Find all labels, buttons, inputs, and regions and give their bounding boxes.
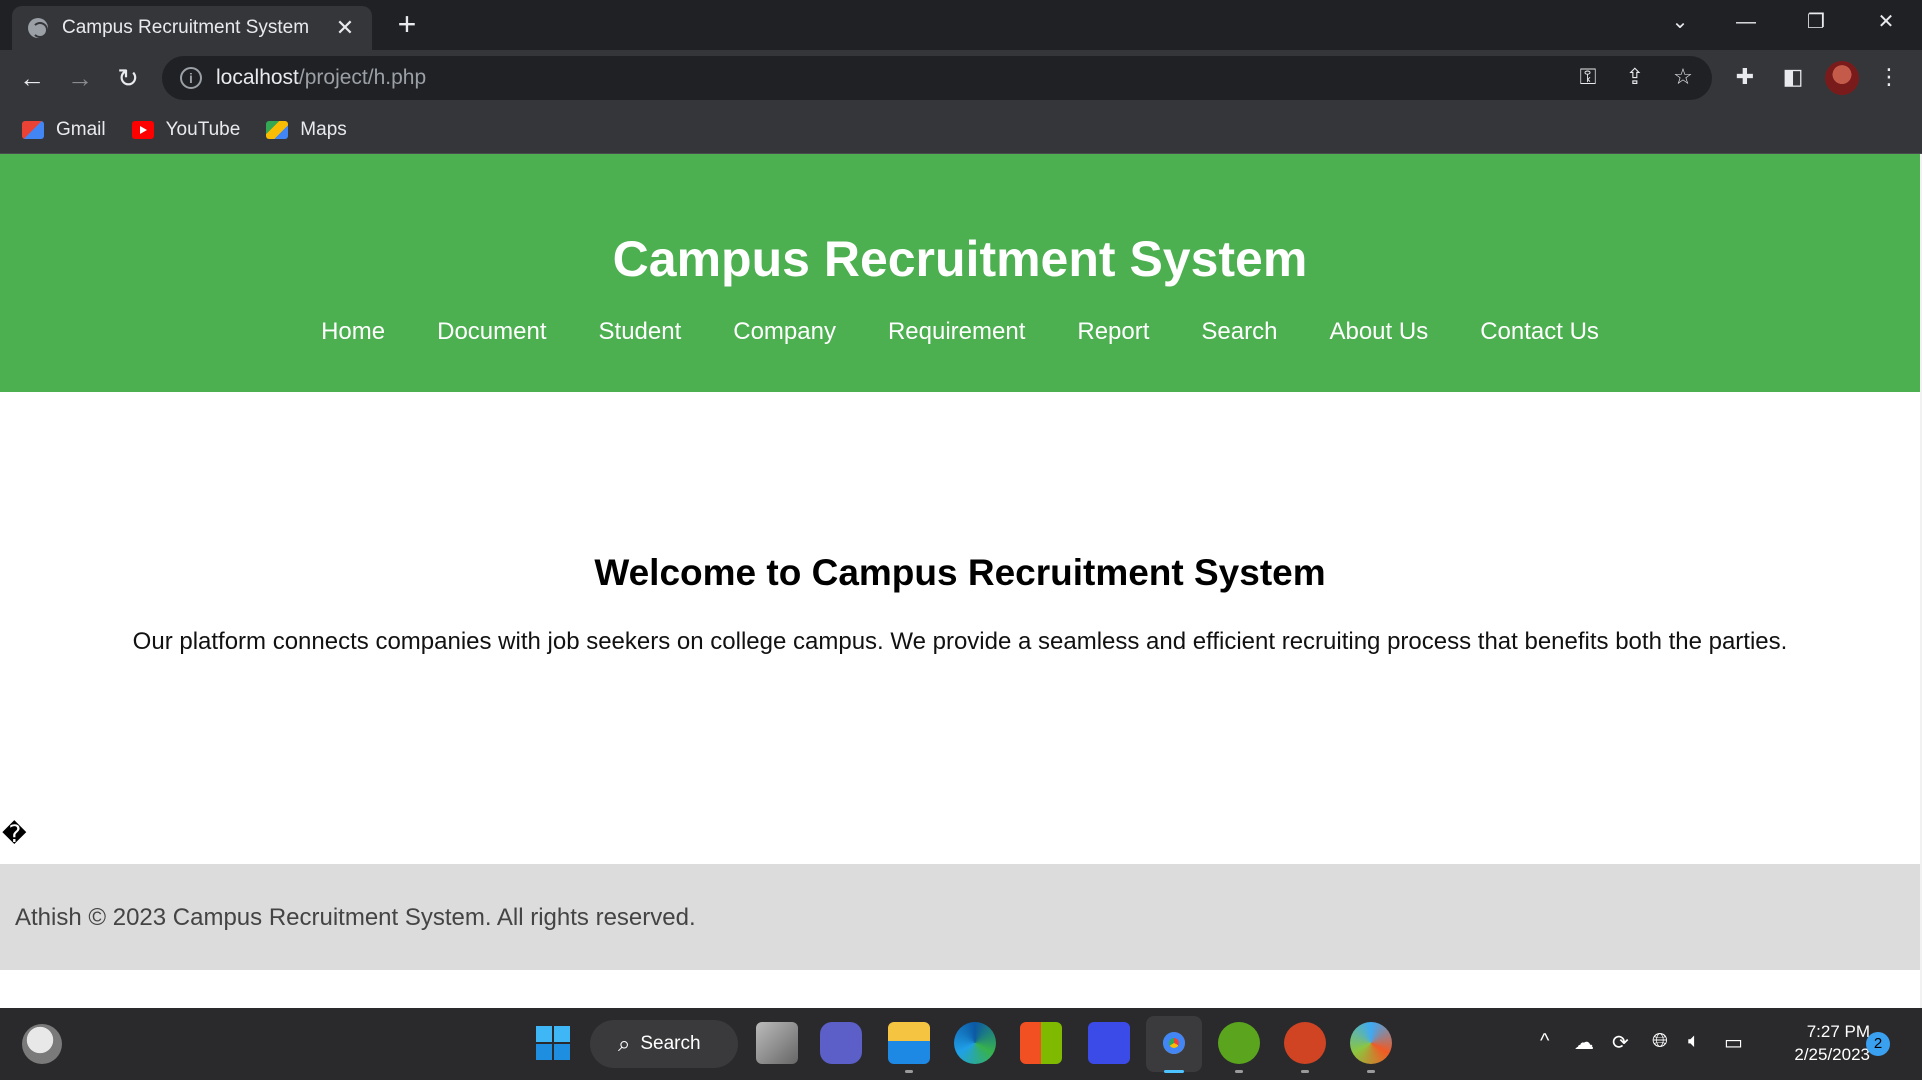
reload-icon[interactable]: ↻	[110, 60, 146, 96]
sync-icon[interactable]: ⟳	[1612, 1030, 1629, 1055]
notification-badge[interactable]: 2	[1866, 1032, 1890, 1056]
nav-home[interactable]: Home	[321, 318, 385, 346]
running-indicator	[905, 1070, 913, 1073]
tab-title: Campus Recruitment System	[62, 17, 310, 38]
bookmarks-bar: Gmail YouTube Maps	[0, 106, 1922, 154]
close-window-icon[interactable]: ✕	[1856, 0, 1916, 44]
globe-icon	[28, 18, 48, 38]
browser-toolbar: ← → ↻ i localhost/project/h.php ⚿ ⇪ ☆ ✚ …	[0, 50, 1922, 106]
chat-icon[interactable]	[820, 1022, 862, 1064]
paint-icon[interactable]	[1350, 1022, 1392, 1064]
tab-strip: Campus Recruitment System ✕ + ⌄ — ❐ ✕	[0, 0, 1922, 50]
clock-time: 7:27 PM	[1806, 1022, 1870, 1041]
nav-student[interactable]: Student	[599, 318, 682, 346]
bookmark-star-icon[interactable]: ☆	[1668, 62, 1698, 92]
running-indicator	[1301, 1070, 1309, 1073]
nav-document[interactable]: Document	[437, 318, 546, 346]
forward-icon[interactable]: →	[62, 60, 98, 96]
clock-date: 2/25/2023	[1794, 1045, 1870, 1064]
key-icon[interactable]: ⚿	[1573, 62, 1603, 92]
taskbar-search[interactable]: ⌕ Search	[590, 1020, 738, 1068]
visual-studio-icon[interactable]	[1088, 1022, 1130, 1064]
nav-about-us[interactable]: About Us	[1329, 318, 1428, 346]
back-icon[interactable]: ←	[14, 60, 50, 96]
volume-icon[interactable]: 🔈︎	[1688, 1030, 1700, 1053]
system-clock[interactable]: 7:27 PM 2/25/2023	[1760, 1020, 1870, 1066]
side-panel-icon[interactable]: ◧	[1778, 62, 1808, 92]
welcome-heading: Welcome to Campus Recruitment System	[594, 552, 1326, 593]
web-page: Campus Recruitment System Home Document …	[0, 154, 1922, 1008]
chrome-icon	[1153, 1022, 1195, 1064]
site-header: Campus Recruitment System Home Document …	[0, 154, 1920, 392]
nav-report[interactable]: Report	[1077, 318, 1149, 346]
active-indicator	[1164, 1070, 1184, 1073]
site-footer: Athish © 2023 Campus Recruitment System.…	[0, 864, 1920, 970]
intro-paragraph: Our platform connects companies with job…	[132, 628, 1788, 655]
bookmark-label: Maps	[300, 118, 347, 140]
onedrive-icon[interactable]: ☁	[1574, 1030, 1594, 1055]
profile-avatar[interactable]	[1825, 61, 1859, 95]
youtube-icon	[131, 120, 154, 139]
site-title: Campus Recruitment System	[612, 231, 1308, 287]
battery-icon[interactable]: ▭	[1724, 1030, 1743, 1055]
windows-taskbar: ⌕ Search ^ ☁ ⟳ 🌐︎ 🔈︎ ▭ 7:27 PM 2/25/2023…	[0, 1008, 1922, 1080]
taskbar-search-label: Search	[640, 1033, 701, 1054]
url-text[interactable]: localhost/project/h.php	[216, 66, 426, 90]
running-indicator	[1235, 1070, 1243, 1073]
file-explorer-icon[interactable]	[888, 1022, 930, 1064]
language-globe-icon[interactable]: 🌐︎	[1652, 1030, 1668, 1053]
gmail-icon	[22, 120, 44, 139]
running-indicator	[1367, 1070, 1375, 1073]
maps-icon	[266, 120, 289, 139]
address-bar[interactable]: i localhost/project/h.php	[162, 56, 1712, 100]
extensions-icon[interactable]: ✚	[1730, 62, 1760, 92]
bookmark-label: Gmail	[56, 118, 106, 140]
minimize-icon[interactable]: —	[1716, 0, 1776, 44]
browser-tab[interactable]: Campus Recruitment System ✕	[12, 6, 372, 50]
restore-icon[interactable]: ❐	[1786, 0, 1846, 44]
edge-icon[interactable]	[954, 1022, 996, 1064]
start-button[interactable]	[532, 1022, 574, 1064]
menu-dots-icon[interactable]: ⋮	[1874, 62, 1904, 92]
nav-search[interactable]: Search	[1201, 318, 1277, 346]
nav-contact-us[interactable]: Contact Us	[1480, 318, 1599, 346]
bookmark-maps[interactable]: Maps	[266, 118, 347, 141]
new-tab-button[interactable]: +	[390, 8, 424, 42]
powerpoint-icon[interactable]	[1284, 1022, 1326, 1064]
task-view-icon[interactable]	[756, 1022, 798, 1064]
nav-company[interactable]: Company	[733, 318, 836, 346]
tab-close-icon[interactable]: ✕	[332, 15, 358, 41]
main-nav: Home Document Student Company Requiremen…	[0, 318, 1920, 346]
bookmark-gmail[interactable]: Gmail	[22, 119, 106, 141]
stray-character: �	[2, 820, 27, 848]
store-icon[interactable]	[1020, 1022, 1062, 1064]
bookmark-youtube[interactable]: YouTube	[131, 118, 241, 141]
search-icon: ⌕	[618, 1031, 631, 1056]
browser-chrome: Campus Recruitment System ✕ + ⌄ — ❐ ✕ ← …	[0, 0, 1922, 154]
windows-logo-icon	[536, 1026, 570, 1060]
share-icon[interactable]: ⇪	[1620, 62, 1650, 92]
eclipse-app-icon[interactable]	[1218, 1022, 1260, 1064]
show-hidden-icons-chevron-icon[interactable]: ^	[1540, 1030, 1549, 1053]
site-info-icon[interactable]: i	[180, 67, 202, 89]
nav-requirement[interactable]: Requirement	[888, 318, 1025, 346]
bookmark-label: YouTube	[165, 118, 241, 140]
tab-search-chevron-icon[interactable]: ⌄	[1650, 0, 1710, 44]
footer-text: Athish © 2023 Campus Recruitment System.…	[15, 904, 696, 931]
weather-widget-icon[interactable]	[22, 1024, 62, 1064]
